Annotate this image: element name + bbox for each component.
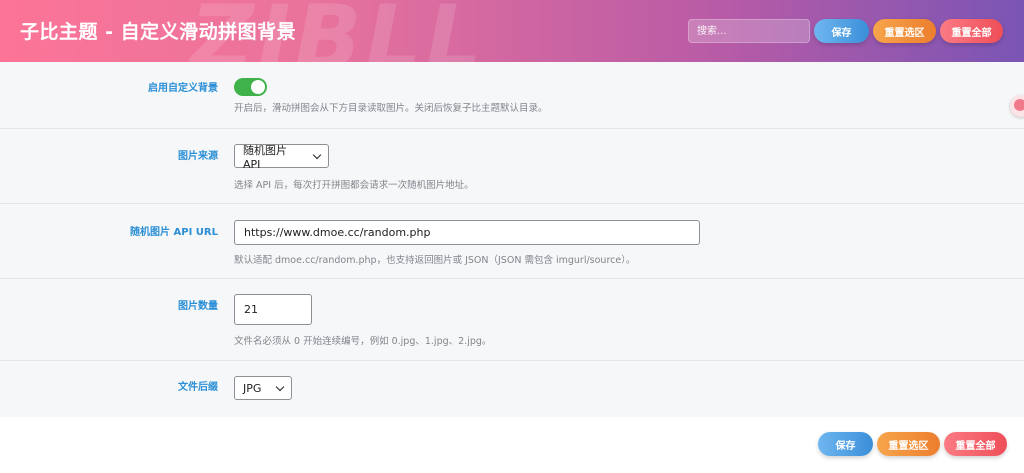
header-reset-all-button[interactable]: 重置全部 xyxy=(940,19,1003,43)
row-enable: 启用自定义背景 开启后，滑动拼图会从下方目录读取图片。关闭后恢复子比主题默认目录… xyxy=(0,62,1024,129)
footer-bar: 保存 重置选区 重置全部 xyxy=(0,417,1024,473)
row-count: 图片数量 21 文件名必须从 0 开始连续编号，例如 0.jpg、1.jpg、2… xyxy=(0,279,1024,361)
source-select[interactable]: 随机图片 API xyxy=(234,143,329,171)
settings-form: 启用自定义背景 开启后，滑动拼图会从下方目录读取图片。关闭后恢复子比主题默认目录… xyxy=(0,62,1024,417)
footer-reset-section-button[interactable]: 重置选区 xyxy=(877,432,940,456)
footer-reset-all-button[interactable]: 重置全部 xyxy=(944,432,1007,456)
header-bar: ZIBLL 子比主题 - 自定义滑动拼图背景 保存 重置选区 重置全部 xyxy=(0,0,1024,62)
ext-select-value: JPG xyxy=(243,381,262,395)
ext-select[interactable]: JPG xyxy=(234,376,292,400)
api-url-desc: 默认适配 dmoe.cc/random.php，也支持返回图片或 JSON（JS… xyxy=(234,255,636,266)
row-ext: 文件后缀 JPG xyxy=(0,361,1024,417)
chevron-down-icon xyxy=(275,382,285,392)
footer-save-button[interactable]: 保存 xyxy=(818,432,873,456)
count-input[interactable]: 21 xyxy=(234,294,312,325)
toggle-knob xyxy=(251,80,265,94)
source-desc: 选择 API 后，每次打开拼图都会请求一次随机图片地址。 xyxy=(234,180,474,191)
header-save-button[interactable]: 保存 xyxy=(814,19,869,43)
ext-label: 文件后缀 xyxy=(178,382,218,393)
chevron-down-icon xyxy=(312,150,322,160)
enable-label: 启用自定义背景 xyxy=(148,83,218,94)
settings-page: ZIBLL 子比主题 - 自定义滑动拼图背景 保存 重置选区 重置全部 启用自定… xyxy=(0,0,1024,473)
header-reset-section-button[interactable]: 重置选区 xyxy=(873,19,936,43)
source-select-value: 随机图片 API xyxy=(243,143,287,171)
row-source: 图片来源 随机图片 API 选择 API 后，每次打开拼图都会请求一次随机图片地… xyxy=(0,129,1024,204)
api-url-input[interactable]: https://www.dmoe.cc/random.php xyxy=(234,220,700,245)
enable-toggle[interactable] xyxy=(234,78,267,96)
api-url-label: 随机图片 API URL xyxy=(130,227,218,238)
sidebar-float-icon xyxy=(1014,99,1024,111)
count-desc: 文件名必须从 0 开始连续编号，例如 0.jpg、1.jpg、2.jpg。 xyxy=(234,336,492,347)
search-input[interactable] xyxy=(688,19,810,43)
page-title: 子比主题 - 自定义滑动拼图背景 xyxy=(20,21,297,43)
enable-desc: 开启后，滑动拼图会从下方目录读取图片。关闭后恢复子比主题默认目录。 xyxy=(234,103,548,114)
row-api-url: 随机图片 API URL https://www.dmoe.cc/random.… xyxy=(0,204,1024,279)
count-label: 图片数量 xyxy=(178,301,218,312)
source-label: 图片来源 xyxy=(178,151,218,162)
